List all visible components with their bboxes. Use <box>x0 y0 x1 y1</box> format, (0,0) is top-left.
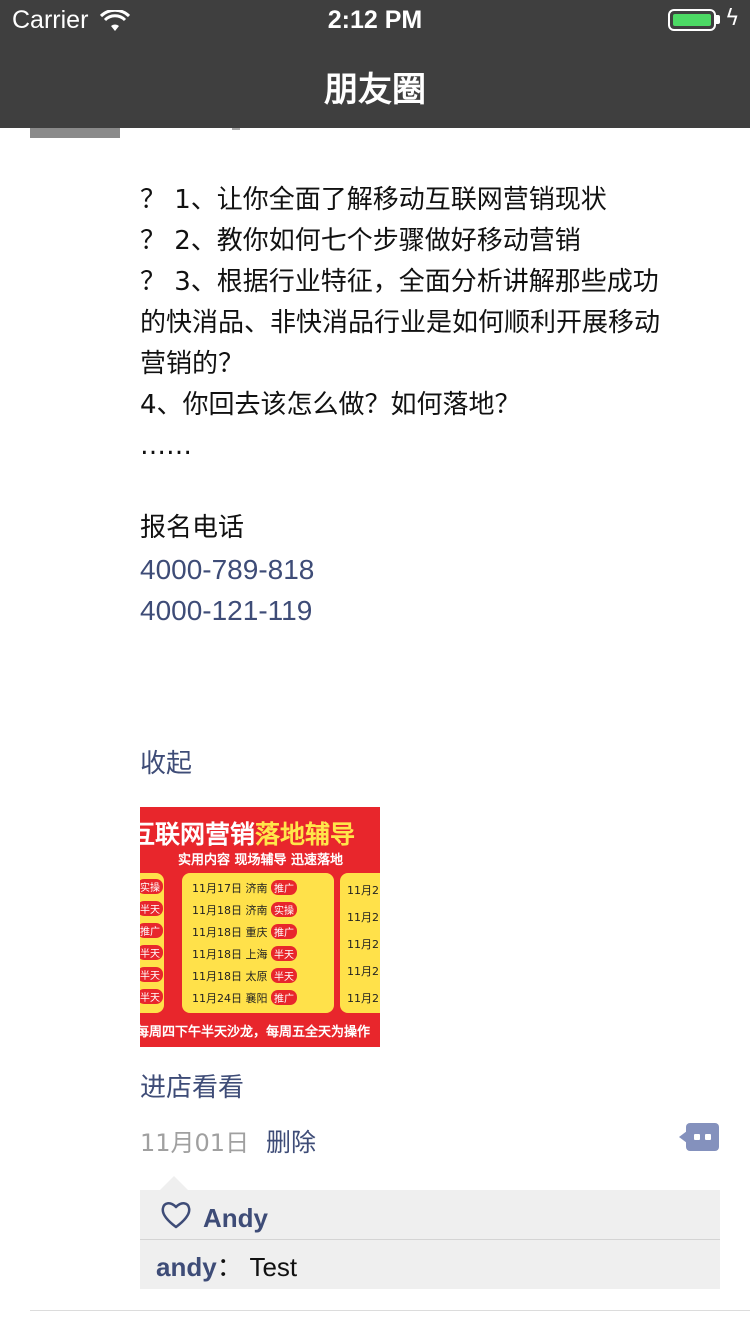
cell-separator <box>30 1310 750 1311</box>
top-bar: Carrier 2:12 PM ϟ 朋友圈 <box>0 0 750 128</box>
ad-date: 11月17日 <box>192 882 242 895</box>
ad-tag: 半天 <box>140 945 163 960</box>
post-line: 4、你回去该怎么做？如何落地？ <box>140 390 521 420</box>
ad-tag: 推广 <box>271 880 297 895</box>
ad-date: 11月18日 <box>192 948 242 961</box>
ad-date: 11月2 <box>347 965 379 978</box>
phone-link[interactable]: 4000-789-818 <box>140 549 730 590</box>
heart-icon <box>161 1202 191 1229</box>
ad-date: 11月18日 <box>192 904 242 917</box>
ad-city: 济南 <box>245 904 268 917</box>
post-line: ？ 2、教你如何七个步骤做好移动营销 <box>140 226 581 256</box>
phone-link[interactable]: 4000-121-119 <box>140 590 730 631</box>
post-line: 报名电话 <box>140 513 245 543</box>
ad-city: 重庆 <box>245 926 268 939</box>
post-line: 营销的？ <box>140 349 245 379</box>
ad-date: 11月24日 <box>192 992 242 1005</box>
ad-schedule-row: 11月17日 济南 推广 <box>192 880 297 896</box>
comment-separator: ： <box>216 1252 243 1282</box>
ad-city: 济南 <box>245 882 268 895</box>
shop-link[interactable]: 进店看看 <box>140 1067 244 1104</box>
status-time: 2:12 PM <box>327 6 423 34</box>
nav-title: 朋友圈 <box>324 70 426 110</box>
ad-tag: 实操 <box>271 902 297 917</box>
battery-tip <box>716 15 720 24</box>
ad-date: 11月2 <box>347 938 379 951</box>
ad-date: 11月2 <box>347 884 379 897</box>
comment-author[interactable]: andy <box>156 1252 217 1282</box>
ad-date: 11月18日 <box>192 970 242 983</box>
ad-tag: 推广 <box>271 990 297 1005</box>
post-line-blank <box>140 467 730 508</box>
ad-tag: 推广 <box>271 924 297 939</box>
avatar[interactable] <box>30 128 120 138</box>
ad-city: 上海 <box>245 948 268 961</box>
post-image[interactable]: 互联网营销落地辅导 实用内容 现场辅导 迅速落地 实操 半天 推广 半天 半天 … <box>140 807 380 1047</box>
panel-divider <box>140 1239 720 1240</box>
ad-headline-white: 互联网营销 <box>140 820 256 849</box>
post-line: ？ 3、根据行业特征，全面分析讲解那些成功 <box>140 267 659 297</box>
ad-tag: 半天 <box>140 967 163 982</box>
collapse-link[interactable]: 收起 <box>140 743 192 780</box>
ad-headline-yellow: 落地辅导 <box>255 820 356 849</box>
post-body: ？ 1、让你全面了解移动互联网营销现状 ？ 2、教你如何七个步骤做好移动营销 ？… <box>140 180 730 631</box>
ad-tag: 推广 <box>140 923 163 938</box>
ad-schedule-row: 11月18日 济南 实操 <box>192 902 297 918</box>
panel-pointer <box>160 1176 188 1190</box>
like-user[interactable]: Andy <box>203 1203 268 1234</box>
post-line: ？ 1、让你全面了解移动互联网营销现状 <box>140 185 607 215</box>
post-line: …… <box>140 431 192 461</box>
ad-schedule-row: 11月18日 太原 半天 <box>192 968 297 984</box>
ad-tag: 半天 <box>271 968 297 983</box>
ad-schedule-row: 11月18日 上海 半天 <box>192 946 297 962</box>
ad-tag: 半天 <box>271 946 297 961</box>
ad-tag: 实操 <box>140 879 163 894</box>
ad-schedule-row: 11月24日 襄阳 推广 <box>192 990 297 1006</box>
ad-tag: 半天 <box>140 989 163 1004</box>
comment-row[interactable]: andy： Test <box>156 1247 297 1284</box>
ad-tag: 半天 <box>140 901 163 916</box>
ad-headline: 互联网营销落地辅导 <box>140 815 355 851</box>
comment-menu-icon[interactable] <box>679 1123 719 1151</box>
ad-date: 11月2 <box>347 992 379 1005</box>
ad-schedule-row: 11月18日 重庆 推广 <box>192 924 297 940</box>
ad-date: 11月18日 <box>192 926 242 939</box>
post-line: 的快消品、非快消品行业是如何顺利开展移动 <box>140 308 661 338</box>
battery-icon <box>668 9 716 31</box>
dot <box>694 1134 700 1140</box>
post-date: 11月01日 <box>140 1129 250 1157</box>
ad-subtitle: 实用内容 现场辅导 迅速落地 <box>178 853 344 868</box>
delete-button[interactable]: 删除 <box>266 1123 316 1159</box>
ad-city: 太原 <box>245 970 268 983</box>
ad-footer: 每周四下午半天沙龙，每周五全天为操作 <box>140 1025 371 1040</box>
comment-text: Test <box>242 1252 298 1282</box>
ad-date: 11月2 <box>347 911 379 924</box>
dot <box>705 1134 711 1140</box>
ad-city: 襄阳 <box>245 992 268 1005</box>
charging-bolt-icon: ϟ <box>725 6 740 31</box>
